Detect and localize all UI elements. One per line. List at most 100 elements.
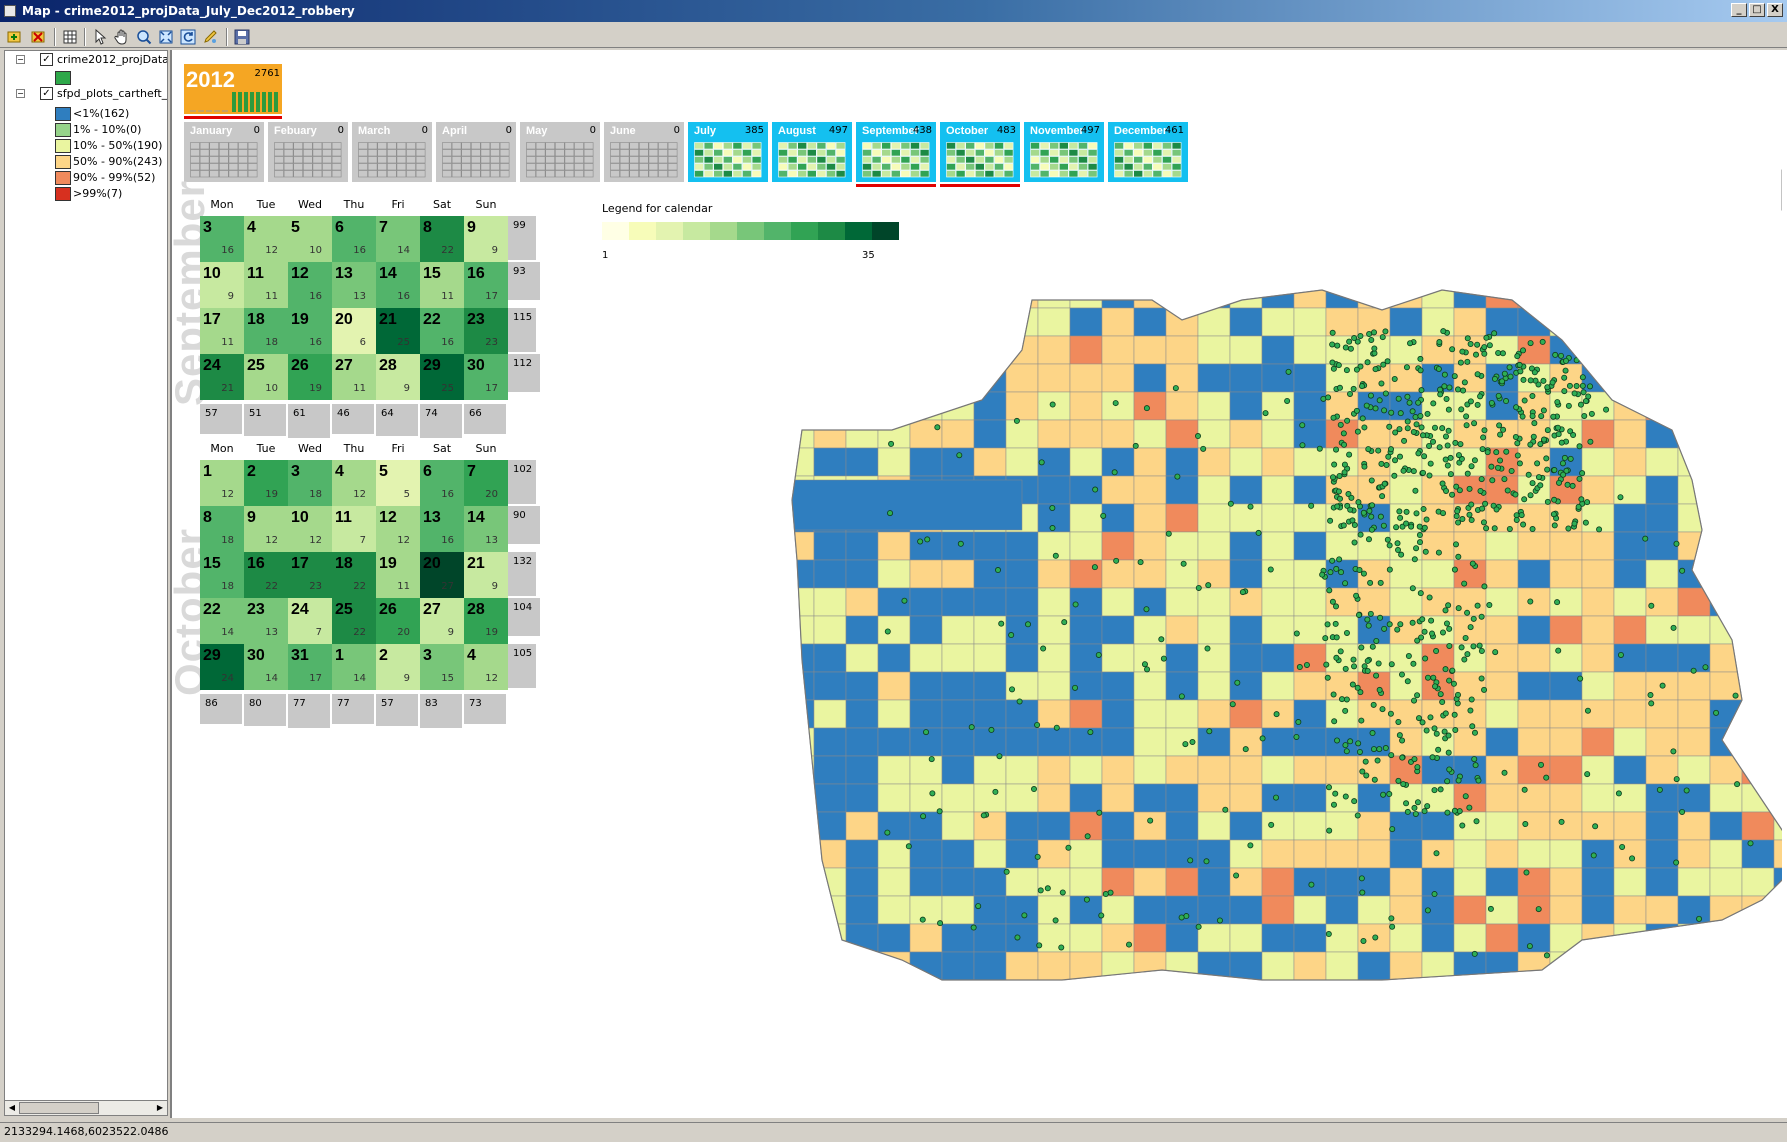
calendar-day[interactable]: 23 23 bbox=[464, 308, 508, 354]
calendar-day[interactable]: 28 9 bbox=[376, 354, 420, 400]
full-extent-icon[interactable] bbox=[156, 27, 176, 47]
calendar-day[interactable]: 29 25 bbox=[420, 354, 464, 400]
calendar-day[interactable]: 29 bbox=[376, 644, 420, 690]
calendar-day[interactable]: 30 14 bbox=[244, 644, 288, 690]
restore-button[interactable]: □ bbox=[1749, 3, 1765, 17]
calendar-day[interactable]: 1 14 bbox=[332, 644, 376, 690]
month-january[interactable]: January 0 bbox=[184, 122, 264, 182]
calendar-day[interactable]: 1 12 bbox=[200, 460, 244, 506]
calendar-day[interactable]: 26 19 bbox=[288, 354, 332, 400]
calendar-day[interactable]: 18 18 bbox=[244, 308, 288, 354]
horizontal-scrollbar[interactable]: ◀ ▶ bbox=[4, 1100, 168, 1116]
calendar-day[interactable]: 26 20 bbox=[376, 598, 420, 644]
calendar-day[interactable]: 24 7 bbox=[288, 598, 332, 644]
calendar-day[interactable]: 16 17 bbox=[464, 262, 508, 308]
calendar-day[interactable]: 27 11 bbox=[332, 354, 376, 400]
calendar-day[interactable]: 11 11 bbox=[244, 262, 288, 308]
calendar-day[interactable]: 14 13 bbox=[464, 506, 508, 552]
calendar-day[interactable]: 219 bbox=[244, 460, 288, 506]
month-march[interactable]: March 0 bbox=[352, 122, 432, 182]
scroll-thumb[interactable] bbox=[19, 1102, 99, 1114]
refresh-icon[interactable] bbox=[178, 27, 198, 47]
calendar-day[interactable]: 99 bbox=[464, 216, 508, 262]
calendar-day[interactable]: 15 11 bbox=[420, 262, 464, 308]
select-arrow-icon[interactable] bbox=[90, 27, 110, 47]
calendar-day[interactable]: 4 12 bbox=[464, 644, 508, 690]
layer1-checkbox[interactable]: ✓ bbox=[40, 53, 53, 66]
calendar-day[interactable]: 8 18 bbox=[200, 506, 244, 552]
calendar-day[interactable]: 11 7 bbox=[332, 506, 376, 552]
calendar-day[interactable]: 219 bbox=[464, 552, 508, 598]
calendar-day[interactable]: 3 18 bbox=[288, 460, 332, 506]
calendar-day[interactable]: 23 13 bbox=[244, 598, 288, 644]
map-canvas[interactable]: 2012 2761 January 0 Febuary 0 March 0 April 0 Ma… bbox=[170, 50, 1787, 1118]
calendar-day[interactable]: 10 12 bbox=[288, 506, 332, 552]
remove-layer-icon[interactable] bbox=[28, 27, 48, 47]
calendar-day[interactable]: 6 16 bbox=[420, 460, 464, 506]
calendar-day[interactable]: 28 19 bbox=[464, 598, 508, 644]
calendar-day[interactable]: 12 16 bbox=[288, 262, 332, 308]
calendar-day[interactable]: 24 21 bbox=[200, 354, 244, 400]
calendar-day[interactable]: 22 14 bbox=[200, 598, 244, 644]
tract bbox=[1197, 559, 1231, 589]
month-april[interactable]: April 0 bbox=[436, 122, 516, 182]
calendar-day[interactable]: 55 bbox=[376, 460, 420, 506]
layer2-checkbox[interactable]: ✓ bbox=[40, 87, 53, 100]
collapse-layer2-button[interactable]: − bbox=[16, 89, 25, 98]
calendar-day[interactable]: 7 20 bbox=[464, 460, 508, 506]
close-button[interactable]: X bbox=[1767, 3, 1783, 17]
calendar-day[interactable]: 16 22 bbox=[244, 552, 288, 598]
calendar-day[interactable]: 17 11 bbox=[200, 308, 244, 354]
month-june[interactable]: June 0 bbox=[604, 122, 684, 182]
calendar-day[interactable]: 10 9 bbox=[200, 262, 244, 308]
calendar-day[interactable]: 3 15 bbox=[420, 644, 464, 690]
tract bbox=[1389, 895, 1423, 925]
scroll-left-icon[interactable]: ◀ bbox=[5, 1101, 19, 1115]
add-layer-icon[interactable] bbox=[4, 27, 24, 47]
calendar-day[interactable]: 8 22 bbox=[420, 216, 464, 262]
calendar-day[interactable]: 29 24 bbox=[200, 644, 244, 690]
minimize-button[interactable]: _ bbox=[1731, 3, 1747, 17]
calendar-day[interactable]: 3 16 bbox=[200, 216, 244, 262]
calendar-day[interactable]: 4 12 bbox=[244, 216, 288, 262]
collapse-layer1-button[interactable]: − bbox=[16, 55, 25, 64]
save-icon[interactable] bbox=[232, 27, 252, 47]
calendar-day[interactable]: 5 10 bbox=[288, 216, 332, 262]
day-count: 9 bbox=[403, 673, 410, 684]
highlight-icon[interactable] bbox=[200, 27, 220, 47]
calendar-day[interactable]: 15 18 bbox=[200, 552, 244, 598]
calendar-day[interactable]: 31 17 bbox=[288, 644, 332, 690]
calendar-day[interactable]: 25 10 bbox=[244, 354, 288, 400]
month-may[interactable]: May 0 bbox=[520, 122, 600, 182]
calendar-day[interactable]: 20 27 bbox=[420, 552, 464, 598]
calendar-day[interactable]: 21 25 bbox=[376, 308, 420, 354]
month-febuary[interactable]: Febuary 0 bbox=[268, 122, 348, 182]
calendar-day[interactable]: 4 12 bbox=[332, 460, 376, 506]
calendar-day[interactable]: 7 14 bbox=[376, 216, 420, 262]
calendar-day[interactable]: 22 16 bbox=[420, 308, 464, 354]
calendar-day[interactable]: 9 12 bbox=[244, 506, 288, 552]
calendar-day[interactable]: 27 9 bbox=[420, 598, 464, 644]
calendar-day[interactable]: 19 16 bbox=[288, 308, 332, 354]
calendar-day[interactable]: 13 13 bbox=[332, 262, 376, 308]
calendar-day[interactable]: 12 12 bbox=[376, 506, 420, 552]
calendar-day[interactable]: 18 22 bbox=[332, 552, 376, 598]
tract bbox=[1613, 503, 1647, 533]
year-summary[interactable]: 2012 2761 bbox=[184, 64, 282, 114]
layer1-name[interactable]: crime2012_projData_J bbox=[57, 53, 167, 66]
scroll-right-icon[interactable]: ▶ bbox=[153, 1101, 167, 1115]
calendar-day[interactable]: 13 16 bbox=[420, 506, 464, 552]
calendar-day[interactable]: 19 11 bbox=[376, 552, 420, 598]
calendar-day[interactable]: 6 16 bbox=[332, 216, 376, 262]
layer2-name[interactable]: sfpd_plots_cartheft_rc bbox=[57, 87, 167, 100]
calendar-day[interactable]: 17 23 bbox=[288, 552, 332, 598]
table-icon[interactable] bbox=[60, 27, 80, 47]
calendar-day[interactable]: 14 16 bbox=[376, 262, 420, 308]
calendar-day[interactable]: 25 22 bbox=[332, 598, 376, 644]
pan-hand-icon[interactable] bbox=[112, 27, 132, 47]
calendar-day[interactable]: 30 17 bbox=[464, 354, 508, 400]
zoom-icon[interactable] bbox=[134, 27, 154, 47]
san-francisco-choropleth-map[interactable] bbox=[682, 100, 1782, 1110]
tract bbox=[1549, 727, 1583, 757]
calendar-day[interactable]: 20 6 bbox=[332, 308, 376, 354]
